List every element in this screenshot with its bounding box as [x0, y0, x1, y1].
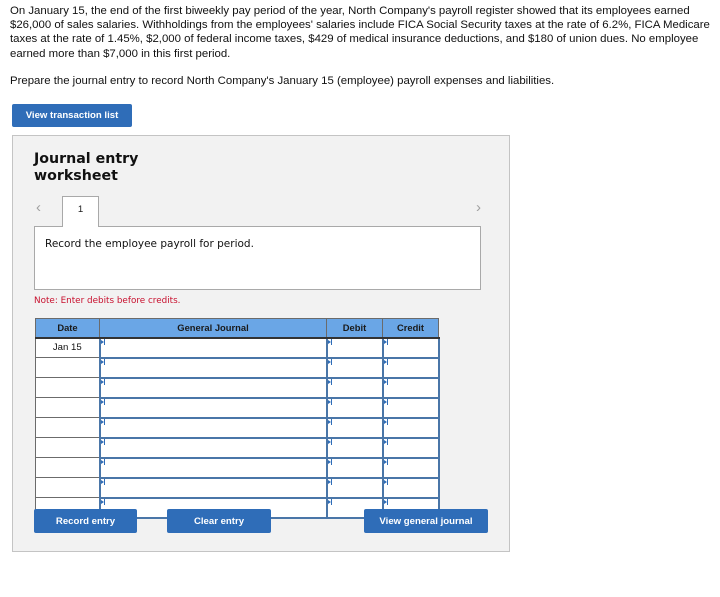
- instruction-text: Record the employee payroll for period.: [45, 238, 254, 250]
- credit-input[interactable]: [383, 339, 438, 358]
- credit-input[interactable]: [383, 359, 438, 378]
- debit-cell: [325, 376, 384, 399]
- date-cell: Jan 15: [35, 337, 100, 358]
- record-entry-button[interactable]: Record entry: [34, 509, 137, 533]
- general-journal-cell: [98, 356, 328, 379]
- tab-entry-1[interactable]: 1: [62, 196, 99, 227]
- journal-header-row: Date General Journal Debit Credit: [35, 318, 439, 339]
- date-cell: [35, 437, 100, 458]
- general-journal-input[interactable]: [100, 459, 326, 478]
- general-journal-input[interactable]: [100, 399, 326, 418]
- table-row: [35, 476, 440, 499]
- chevron-right-icon[interactable]: ›: [476, 199, 481, 216]
- credit-input[interactable]: [383, 399, 438, 418]
- general-journal-cell: [98, 476, 328, 499]
- view-general-journal-button[interactable]: View general journal: [364, 509, 488, 533]
- general-journal-input[interactable]: [100, 359, 326, 378]
- debit-cell: [325, 356, 384, 379]
- date-cell: [35, 377, 100, 398]
- date-cell: [35, 417, 100, 438]
- general-journal-input[interactable]: [100, 419, 326, 438]
- credit-input[interactable]: [383, 459, 438, 478]
- debit-input[interactable]: [327, 359, 382, 378]
- table-row: [35, 396, 440, 419]
- question-paragraph: On January 15, the end of the first biwe…: [10, 5, 710, 60]
- date-cell: [35, 397, 100, 418]
- column-header-credit: Credit: [382, 318, 439, 339]
- credit-cell: [381, 376, 440, 399]
- table-row: [35, 436, 440, 459]
- note-text: Note: Enter debits before credits.: [34, 296, 181, 306]
- general-journal-cell: [98, 376, 328, 399]
- general-journal-cell: [98, 336, 328, 359]
- general-journal-cell: [98, 396, 328, 419]
- debit-input[interactable]: [327, 479, 382, 498]
- column-header-general-journal: General Journal: [99, 318, 327, 339]
- date-cell: [35, 477, 100, 498]
- table-row: [35, 416, 440, 439]
- general-journal-cell: [98, 436, 328, 459]
- debit-input[interactable]: [327, 379, 382, 398]
- credit-cell: [381, 416, 440, 439]
- general-journal-input[interactable]: [100, 479, 326, 498]
- column-header-debit: Debit: [326, 318, 383, 339]
- credit-input[interactable]: [383, 479, 438, 498]
- question-instruction: Prepare the journal entry to record Nort…: [10, 74, 555, 87]
- debit-input[interactable]: [327, 459, 382, 478]
- debit-cell: [325, 336, 384, 359]
- debit-input[interactable]: [327, 439, 382, 458]
- credit-cell: [381, 336, 440, 359]
- general-journal-input[interactable]: [100, 379, 326, 398]
- credit-input[interactable]: [383, 419, 438, 438]
- journal-table: Date General Journal Debit Credit Jan 15: [35, 318, 440, 519]
- general-journal-cell: [98, 416, 328, 439]
- instruction-box: Record the employee payroll for period.: [34, 226, 481, 290]
- credit-cell: [381, 456, 440, 479]
- chevron-left-icon[interactable]: ‹: [36, 199, 41, 216]
- column-header-date: Date: [35, 318, 100, 339]
- debit-cell: [325, 396, 384, 419]
- credit-cell: [381, 356, 440, 379]
- debit-cell: [325, 476, 384, 499]
- debit-input[interactable]: [327, 399, 382, 418]
- question-text: On January 15, the end of the first biwe…: [10, 4, 710, 101]
- date-cell: [35, 457, 100, 478]
- clear-entry-button[interactable]: Clear entry: [167, 509, 271, 533]
- credit-cell: [381, 476, 440, 499]
- credit-input[interactable]: [383, 439, 438, 458]
- general-journal-input[interactable]: [100, 439, 326, 458]
- table-row: [35, 356, 440, 379]
- credit-cell: [381, 436, 440, 459]
- debit-cell: [325, 416, 384, 439]
- debit-input[interactable]: [327, 339, 382, 358]
- debit-cell: [325, 436, 384, 459]
- worksheet-title: Journal entry worksheet: [34, 151, 139, 184]
- table-row: [35, 456, 440, 479]
- debit-cell: [325, 456, 384, 479]
- debit-input[interactable]: [327, 419, 382, 438]
- credit-input[interactable]: [383, 379, 438, 398]
- general-journal-input[interactable]: [100, 339, 326, 358]
- date-cell: [35, 357, 100, 378]
- table-row: Jan 15: [35, 336, 440, 359]
- view-transaction-list-button[interactable]: View transaction list: [12, 104, 132, 127]
- credit-cell: [381, 396, 440, 419]
- general-journal-cell: [98, 456, 328, 479]
- journal-entry-worksheet: Journal entry worksheet ‹ › 1 Record the…: [12, 135, 510, 552]
- table-row: [35, 376, 440, 399]
